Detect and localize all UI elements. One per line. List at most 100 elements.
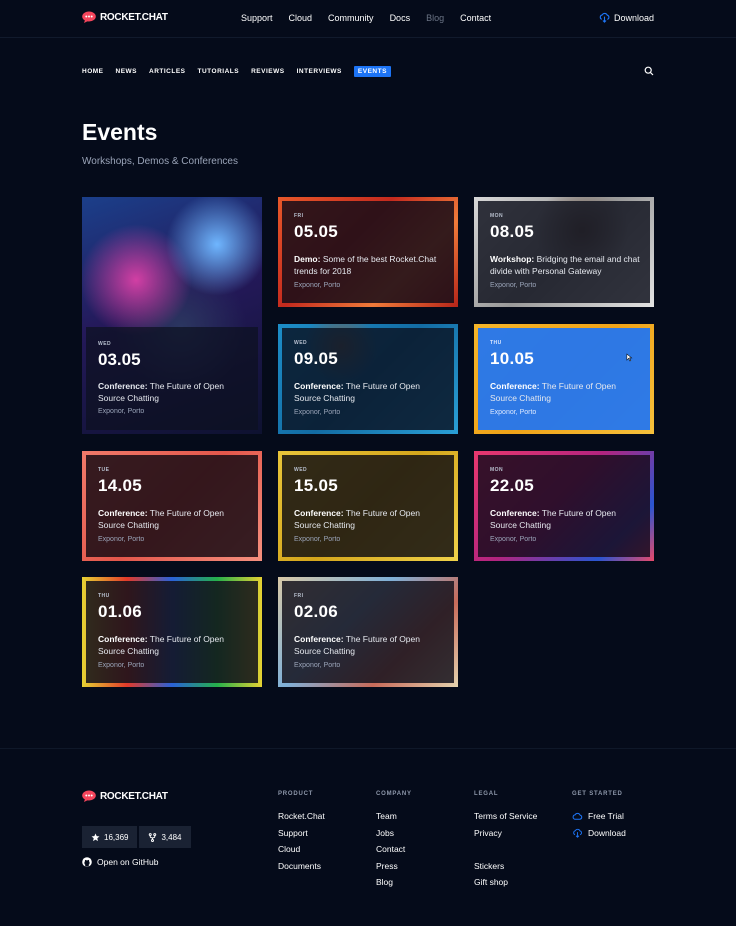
- nav-cloud[interactable]: Cloud: [289, 13, 313, 23]
- footer-link[interactable]: Team: [376, 808, 412, 825]
- nav-docs[interactable]: Docs: [390, 13, 411, 23]
- event-card[interactable]: WED 15.05 Conference: The Future of Open…: [278, 451, 458, 561]
- download-label: Download: [613, 12, 654, 23]
- event-description: Conference: The Future of Open Source Ch…: [98, 380, 248, 404]
- event-day: WED: [98, 341, 112, 347]
- event-location: Exponor, Porto: [294, 536, 341, 543]
- event-card[interactable]: MON 08.05 Workshop: Bridging the email a…: [474, 197, 654, 307]
- event-location: Exponor, Porto: [490, 536, 537, 543]
- download-link[interactable]: Download: [572, 825, 626, 842]
- event-card[interactable]: THU 01.06 Conference: The Future of Open…: [82, 577, 262, 687]
- event-type: Conference:: [98, 508, 148, 518]
- footer-link[interactable]: Terms of Service: [474, 808, 537, 825]
- event-card[interactable]: MON 22.05 Conference: The Future of Open…: [474, 451, 654, 561]
- event-date: 10.05: [490, 349, 535, 368]
- event-date: 08.05: [490, 222, 535, 241]
- footer-link[interactable]: Rocket.Chat: [278, 808, 325, 825]
- forks-button[interactable]: 3,484: [139, 826, 191, 848]
- stars-button[interactable]: 16,369: [82, 826, 138, 848]
- event-type: Conference:: [98, 381, 148, 391]
- event-type: Conference:: [294, 634, 344, 644]
- footer-link[interactable]: Cloud: [278, 841, 325, 858]
- cloud-download-icon: [573, 828, 582, 838]
- main-nav: Support Cloud Community Docs Blog Contac…: [241, 13, 507, 23]
- nav-community[interactable]: Community: [328, 13, 374, 23]
- event-location: Exponor, Porto: [98, 408, 145, 415]
- event-card-featured[interactable]: WED 03.05 Conference: The Future of Open…: [82, 197, 262, 434]
- rocket-chat-logo-icon: [82, 11, 96, 23]
- nav-blog[interactable]: Blog: [426, 13, 444, 23]
- event-description: Conference: The Future of Open Source Ch…: [294, 507, 444, 531]
- event-card[interactable]: TUE 14.05 Conference: The Future of Open…: [82, 451, 262, 561]
- github-icon: [82, 857, 92, 867]
- footer-link[interactable]: Gift shop: [474, 874, 537, 891]
- event-description: Demo: Some of the best Rocket.Chat trend…: [294, 253, 444, 277]
- event-card[interactable]: FRI 05.05 Demo: Some of the best Rocket.…: [278, 197, 458, 307]
- subnav-news[interactable]: NEWS: [116, 66, 138, 77]
- cloud-download-icon: [599, 12, 610, 23]
- logo-text: ROCKET.CHAT: [100, 790, 168, 802]
- footer-link[interactable]: Press: [376, 858, 412, 875]
- github-link[interactable]: Open on GitHub: [82, 857, 158, 867]
- subnav-home[interactable]: HOME: [82, 66, 104, 77]
- event-location: Exponor, Porto: [294, 282, 341, 289]
- forks-count: 3,484: [161, 832, 182, 842]
- subnav-articles[interactable]: ARTICLES: [149, 66, 186, 77]
- star-icon: [91, 833, 100, 841]
- subnav-tutorials[interactable]: TUTORIALS: [198, 66, 240, 77]
- event-card[interactable]: WED 09.05 Conference: The Future of Open…: [278, 324, 458, 434]
- event-card-highlighted[interactable]: THU 10.05 Conference: The Future of Open…: [474, 324, 654, 434]
- download-button[interactable]: Download: [599, 12, 654, 23]
- event-type: Workshop:: [490, 254, 535, 264]
- fork-icon: [149, 832, 157, 842]
- event-day: WED: [294, 467, 308, 473]
- nav-support[interactable]: Support: [241, 13, 273, 23]
- event-date: 14.05: [98, 476, 143, 495]
- event-description: Workshop: Bridging the email and chat di…: [490, 253, 640, 277]
- event-day: TUE: [98, 467, 110, 473]
- event-day: FRI: [294, 213, 304, 219]
- footer-col-get-started: GET STARTED Free Trial Download: [572, 791, 626, 841]
- rocket-chat-logo-icon: [82, 790, 96, 802]
- footer-link[interactable]: Documents: [278, 858, 325, 875]
- event-date: 02.06: [294, 602, 339, 621]
- cursor-icon: [626, 353, 633, 362]
- event-description: Conference: The Future of Open Source Ch…: [98, 507, 248, 531]
- search-icon[interactable]: [644, 66, 654, 76]
- event-type: Conference:: [98, 634, 148, 644]
- footer-col-title: GET STARTED: [572, 791, 623, 797]
- footer-logo[interactable]: ROCKET.CHAT: [82, 790, 168, 802]
- footer-col-title: COMPANY: [376, 791, 412, 797]
- event-date: 15.05: [294, 476, 339, 495]
- event-location: Exponor, Porto: [294, 662, 341, 669]
- event-location: Exponor, Porto: [294, 409, 341, 416]
- event-date: 03.05: [98, 350, 141, 369]
- event-description: Conference: The Future of Open Source Ch…: [98, 633, 248, 657]
- footer-link[interactable]: Support: [278, 825, 325, 842]
- event-day: WED: [294, 340, 308, 346]
- logo[interactable]: ROCKET.CHAT: [82, 11, 168, 23]
- subnav-events[interactable]: EVENTS: [353, 66, 391, 77]
- event-location: Exponor, Porto: [490, 409, 537, 416]
- footer-link[interactable]: Contact: [376, 841, 412, 858]
- top-bar: ROCKET.CHAT Support Cloud Community Docs…: [0, 0, 736, 38]
- footer-col-company: COMPANY Team Jobs Contact Press Blog: [376, 791, 412, 891]
- subnav-reviews[interactable]: REVIEWS: [251, 66, 284, 77]
- footer-link[interactable]: Jobs: [376, 825, 412, 842]
- footer-col-product: PRODUCT Rocket.Chat Support Cloud Docume…: [278, 791, 325, 874]
- event-type: Conference:: [490, 381, 540, 391]
- subnav-interviews[interactable]: INTERVIEWS: [297, 66, 342, 77]
- event-card[interactable]: FRI 02.06 Conference: The Future of Open…: [278, 577, 458, 687]
- footer-link[interactable]: Privacy: [474, 825, 537, 842]
- github-stats: 16,369 3,484: [82, 826, 191, 848]
- nav-contact[interactable]: Contact: [460, 13, 491, 23]
- event-description: Conference: The Future of Open Source Ch…: [294, 380, 444, 404]
- event-location: Exponor, Porto: [98, 536, 145, 543]
- footer-link[interactable]: Stickers: [474, 858, 537, 875]
- footer-link[interactable]: Blog: [376, 874, 412, 891]
- event-description: Conference: The Future of Open Source Ch…: [490, 507, 640, 531]
- event-type: Conference:: [294, 381, 344, 391]
- event-description: Conference: The Future of Open Source Ch…: [294, 633, 444, 657]
- free-trial-link[interactable]: Free Trial: [572, 808, 626, 825]
- footer-col-legal: LEGAL Terms of Service Privacy Stickers …: [474, 791, 537, 891]
